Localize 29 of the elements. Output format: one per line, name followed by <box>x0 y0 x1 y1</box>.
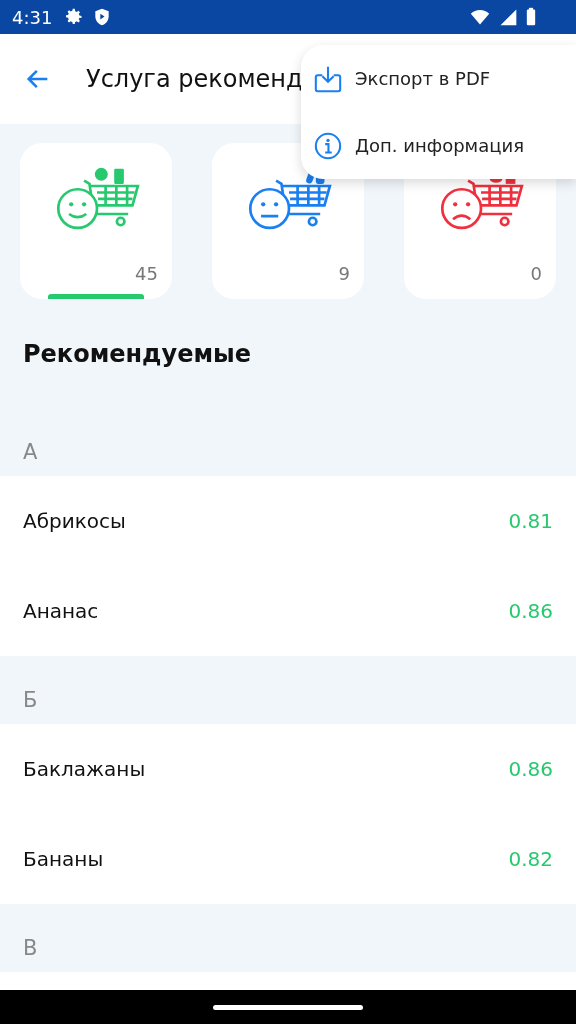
signal-icon <box>498 7 518 27</box>
count-label: 0 <box>530 263 542 284</box>
list-item[interactable]: Ананас 0.86 <box>0 566 576 656</box>
category-card[interactable]: 45 <box>20 143 172 299</box>
item-name: Баклажаны <box>23 757 146 781</box>
home-handle[interactable] <box>213 1004 363 1010</box>
item-score: 0.86 <box>508 757 553 781</box>
battery-icon <box>526 7 536 27</box>
list-item[interactable]: Абрикосы 0.81 <box>0 476 576 566</box>
wifi-icon <box>470 7 490 27</box>
count-label: 9 <box>338 263 350 284</box>
letter-header: В <box>23 936 38 960</box>
item-name: Абрикосы <box>23 509 126 533</box>
section-heading: Рекомендуемые <box>22 338 253 370</box>
count-label: 45 <box>135 263 158 284</box>
menu-item[interactable]: Экспорт в PDF <box>301 45 576 112</box>
item-name: Ананас <box>23 599 99 623</box>
item-score: 0.81 <box>508 509 553 533</box>
info-icon <box>313 130 343 161</box>
letter-header: А <box>23 440 38 464</box>
item-score: 0.86 <box>508 599 553 623</box>
list-item[interactable]: Бананы 0.82 <box>0 814 576 904</box>
item-score: 0.82 <box>508 847 553 871</box>
letter-header: Б <box>23 688 38 712</box>
screen-title: Услуга рекоменд <box>86 65 303 93</box>
gear-icon <box>64 7 85 27</box>
clock: 4:31 <box>12 6 53 28</box>
list-item[interactable]: Баклажаны 0.86 <box>0 724 576 814</box>
item-name: Бананы <box>23 847 104 871</box>
